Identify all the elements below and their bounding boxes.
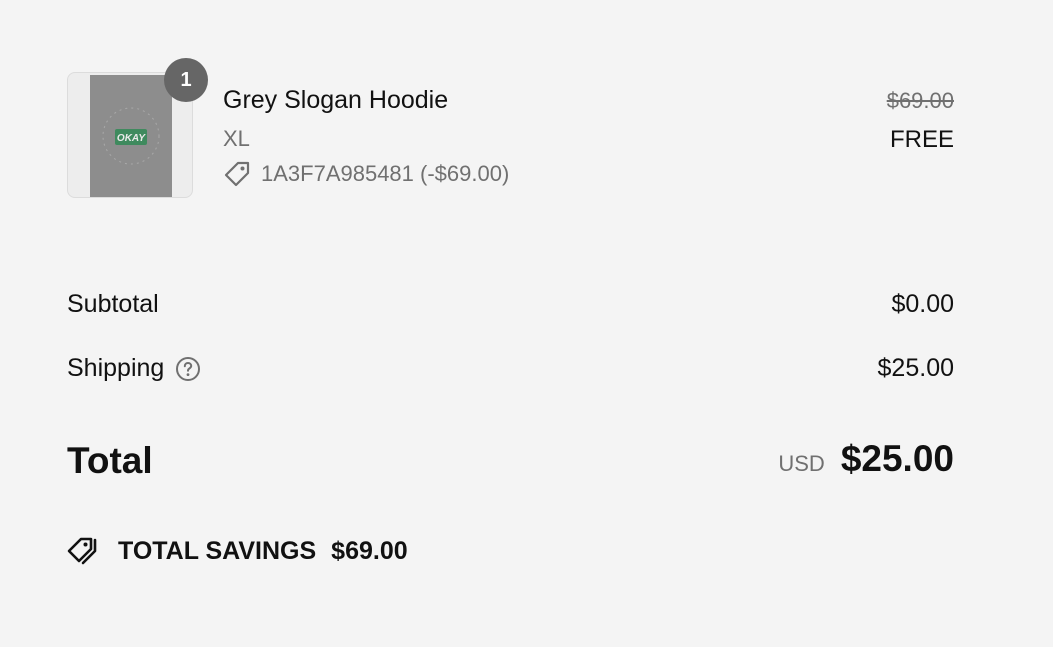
total-savings: TOTAL SAVINGS $69.00 — [67, 535, 408, 567]
hoodie-print-text: OKAY — [117, 133, 146, 144]
hoodie-image: OKAY — [90, 75, 172, 197]
total-amount-group: USD $25.00 — [778, 438, 954, 480]
product-variant: XL — [223, 126, 250, 151]
product-thumbnail: OKAY 1 — [67, 58, 208, 198]
subtotal-value: $0.00 — [891, 290, 954, 318]
discount-code-text: 1A3F7A985481 (-$69.00) — [261, 161, 510, 186]
subtotal-label: Subtotal — [67, 290, 159, 318]
total-amount: $25.00 — [840, 438, 954, 479]
hoodie-print-graphic: OKAY — [90, 75, 172, 197]
tags-icon — [67, 535, 103, 567]
current-price: FREE — [889, 126, 954, 153]
shipping-value: $25.00 — [877, 354, 954, 382]
total-currency: USD — [778, 451, 825, 476]
savings-amount: $69.00 — [331, 536, 408, 565]
shipping-label: Shipping — [67, 354, 165, 382]
total-label: Total — [67, 440, 153, 481]
tag-icon — [223, 160, 251, 188]
original-price: $69.00 — [886, 88, 954, 113]
savings-label: TOTAL SAVINGS — [118, 536, 317, 565]
shipping-row: Shipping — [67, 354, 201, 383]
product-discount: 1A3F7A985481 (-$69.00) — [223, 160, 509, 188]
quantity-badge: 1 — [164, 58, 208, 102]
product-name: Grey Slogan Hoodie — [223, 86, 449, 114]
question-circle-icon[interactable] — [175, 356, 201, 382]
